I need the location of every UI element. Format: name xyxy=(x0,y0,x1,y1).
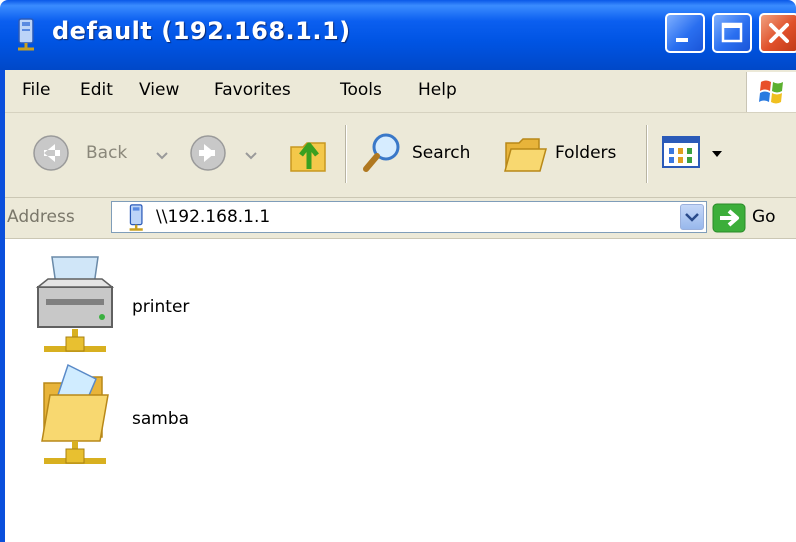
list-item-printer[interactable]: printer xyxy=(30,249,230,359)
folders-icon xyxy=(504,138,547,172)
go-label[interactable]: Go xyxy=(752,207,776,227)
views-icon xyxy=(662,136,700,168)
views-button[interactable] xyxy=(661,135,731,175)
minimize-button[interactable] xyxy=(665,13,705,53)
folders-label: Folders xyxy=(555,143,617,163)
toolbar-separator xyxy=(345,125,347,183)
address-bar: Address \\192.168.1.1 Go xyxy=(5,198,796,239)
list-item-samba[interactable]: samba xyxy=(30,361,230,471)
maximize-icon xyxy=(721,22,743,43)
chevron-down-icon xyxy=(685,213,699,222)
window-title: default (192.168.1.1) xyxy=(52,17,351,45)
maximize-button[interactable] xyxy=(712,13,752,53)
network-printer-icon xyxy=(35,256,115,352)
chevron-down-icon xyxy=(245,152,257,160)
menu-tools[interactable]: Tools xyxy=(340,80,382,100)
forward-arrow-icon xyxy=(190,135,226,171)
item-label: samba xyxy=(132,409,190,429)
folder-view: printer samba xyxy=(5,239,796,542)
up-folder-button[interactable] xyxy=(287,129,331,177)
search-label: Search xyxy=(412,143,471,163)
go-button[interactable] xyxy=(712,203,746,233)
windows-logo xyxy=(746,72,796,112)
shared-folder-icon xyxy=(41,363,109,464)
menu-edit[interactable]: Edit xyxy=(80,80,113,100)
address-label: Address xyxy=(7,207,75,227)
close-button[interactable] xyxy=(759,13,796,53)
menu-help[interactable]: Help xyxy=(418,80,457,100)
address-input[interactable]: \\192.168.1.1 xyxy=(111,201,707,233)
back-button[interactable]: Back xyxy=(31,133,176,177)
close-icon xyxy=(769,23,789,43)
title-bar[interactable]: default (192.168.1.1) xyxy=(0,0,796,70)
standard-toolbar: Back Search Folders xyxy=(5,113,796,198)
address-dropdown-button[interactable] xyxy=(680,204,704,230)
network-computer-icon xyxy=(18,18,34,51)
up-folder-icon xyxy=(290,142,326,172)
menu-favorites[interactable]: Favorites xyxy=(214,80,291,100)
search-button[interactable]: Search xyxy=(360,129,490,177)
toolbar-separator xyxy=(646,125,648,183)
folders-button[interactable]: Folders xyxy=(503,129,633,177)
search-icon xyxy=(363,133,400,172)
menu-file[interactable]: File xyxy=(22,80,50,100)
forward-button[interactable] xyxy=(188,133,278,177)
windows-flag-icon xyxy=(759,80,783,104)
back-arrow-icon xyxy=(33,135,69,171)
go-arrow-icon xyxy=(712,203,746,233)
minimize-icon xyxy=(676,38,688,42)
address-value: \\192.168.1.1 xyxy=(156,207,271,227)
network-computer-icon xyxy=(129,204,143,231)
chevron-down-icon xyxy=(156,152,168,160)
chevron-down-icon xyxy=(712,151,722,157)
explorer-window: default (192.168.1.1) File Edit View Fav… xyxy=(0,0,796,542)
item-label: printer xyxy=(132,297,190,317)
menu-bar: File Edit View Favorites Tools Help xyxy=(5,70,796,113)
back-label: Back xyxy=(86,143,128,163)
menu-view[interactable]: View xyxy=(139,80,179,100)
